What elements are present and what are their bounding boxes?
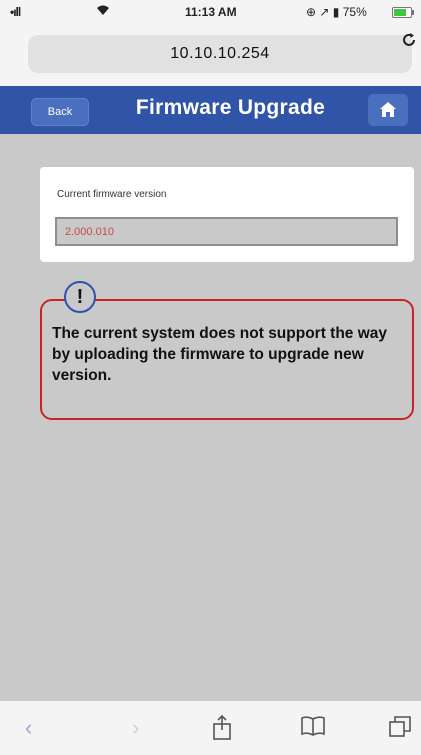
- bookmarks-icon[interactable]: [300, 715, 326, 743]
- back-button[interactable]: Back: [31, 98, 89, 126]
- app-header: Back Firmware Upgrade: [0, 86, 421, 134]
- phone-screen: •ıll 11:13 AM ⊕ ↗ ▮ 75% 10.10.10.254 Bac…: [0, 0, 421, 755]
- browser-address-area: 10.10.10.254: [0, 24, 421, 86]
- warning-icon: !: [64, 281, 96, 313]
- firmware-card: Current firmware version 2.000.010: [40, 167, 414, 262]
- firmware-version-field: 2.000.010: [55, 217, 398, 246]
- back-arrow-icon[interactable]: ‹: [25, 715, 32, 741]
- browser-toolbar: ‹ ›: [0, 701, 421, 755]
- forward-arrow-icon[interactable]: ›: [132, 715, 139, 741]
- page-title: Firmware Upgrade: [135, 96, 326, 119]
- firmware-version-value: 2.000.010: [65, 226, 114, 238]
- url-field[interactable]: 10.10.10.254: [28, 35, 412, 73]
- share-icon[interactable]: [212, 714, 232, 747]
- home-icon: [380, 102, 396, 117]
- tabs-icon[interactable]: [388, 715, 412, 745]
- status-icons: ⊕ ↗ ▮ 75%: [306, 5, 367, 19]
- signal-icon: •ıll: [10, 5, 21, 19]
- status-time: 11:13 AM: [185, 5, 237, 19]
- home-button[interactable]: [368, 94, 408, 126]
- reload-icon[interactable]: [401, 32, 417, 53]
- wifi-icon: [96, 3, 110, 19]
- status-bar: •ıll 11:13 AM ⊕ ↗ ▮ 75%: [0, 0, 421, 24]
- url-text: 10.10.10.254: [170, 45, 270, 62]
- battery-icon: [392, 7, 414, 18]
- warning-message: The current system does not support the …: [52, 325, 388, 384]
- firmware-version-label: Current firmware version: [57, 189, 167, 200]
